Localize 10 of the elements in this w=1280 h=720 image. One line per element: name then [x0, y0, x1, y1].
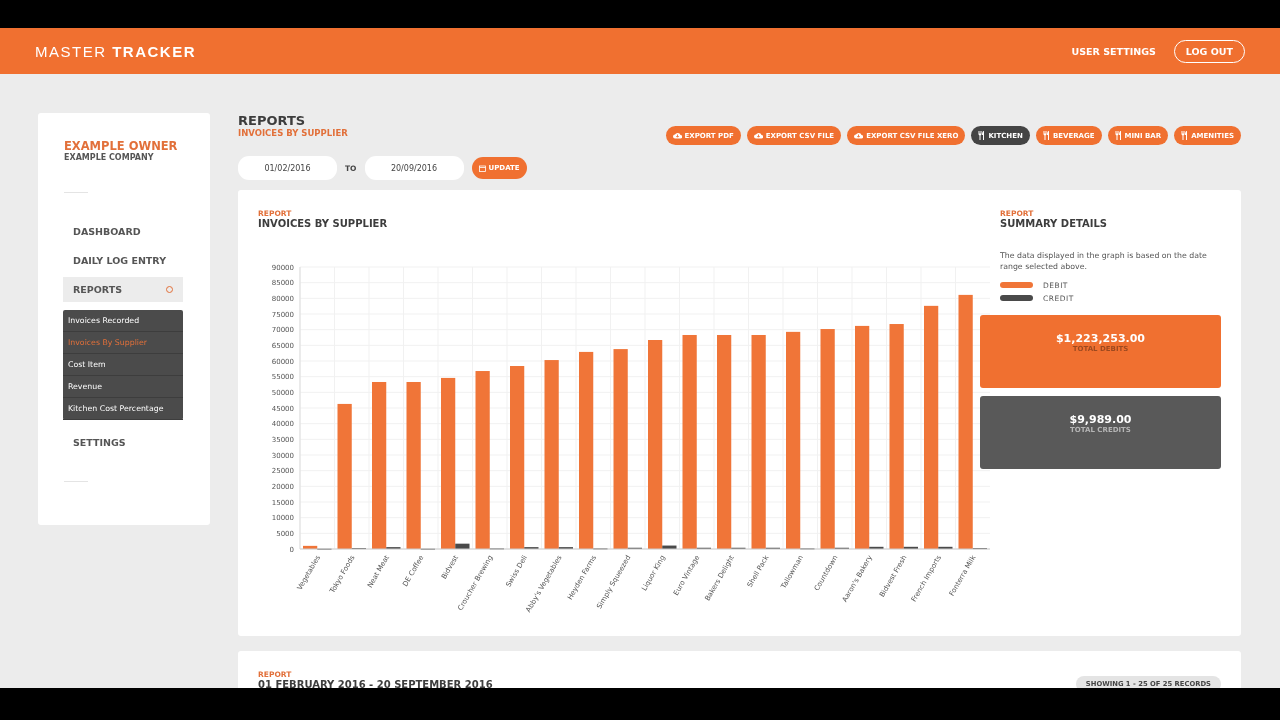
page-title: REPORTS [238, 113, 307, 128]
records-title: 01 FEBRUARY 2016 - 20 SEPTEMBER 2016 [258, 679, 493, 688]
summary-title: SUMMARY DETAILS [1000, 218, 1109, 229]
total-amount: $1,223,253.00 [1055, 331, 1146, 345]
total-amount: $9,989.00 [1069, 412, 1132, 426]
page-subtitle: INVOICES BY SUPPLIER [238, 128, 348, 138]
owner-name: EXAMPLE OWNER [64, 139, 179, 153]
company-name: EXAMPLE COMPANY [64, 153, 155, 162]
app-logo: MASTER TRACKER [35, 42, 197, 60]
chart-title: INVOICES BY SUPPLIER [258, 218, 389, 229]
